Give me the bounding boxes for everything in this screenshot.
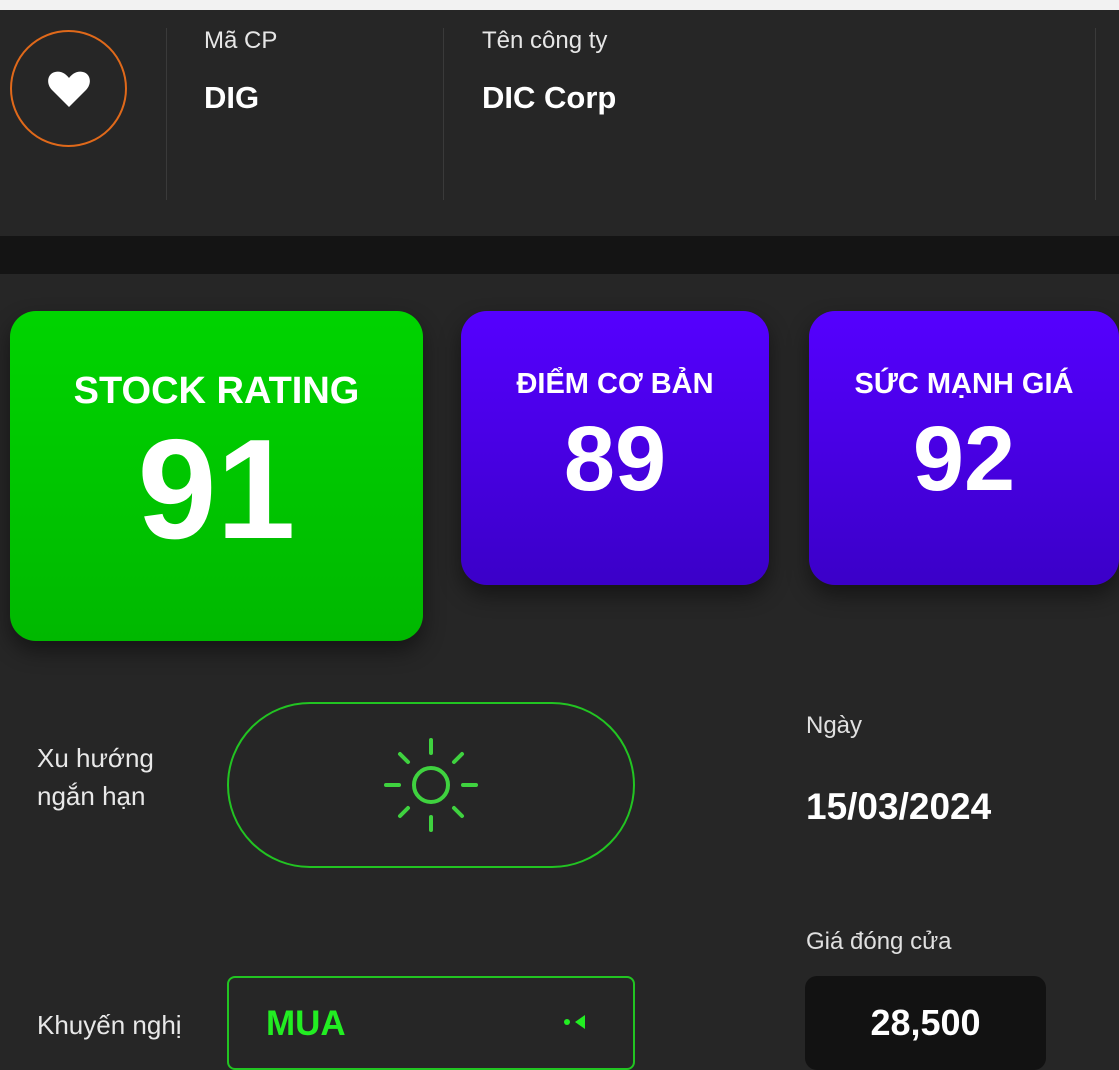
trend-label: Xu hướng ngắn hạn <box>37 740 154 815</box>
favorite-button[interactable] <box>10 30 127 147</box>
fundamental-score-value: 89 <box>563 408 667 510</box>
symbol-value: DIG <box>204 80 260 115</box>
top-strip <box>0 0 1119 10</box>
stock-rating-value: 91 <box>137 410 296 569</box>
dot-arrow-left-icon <box>564 1015 585 1029</box>
header-divider <box>1095 28 1096 200</box>
header-divider <box>166 28 167 200</box>
stock-header: Mã CP DIG Tên công ty DIC Corp <box>0 10 1119 236</box>
fundamental-score-card[interactable]: ĐIỂM CƠ BẢN 89 <box>461 311 769 585</box>
symbol-label: Mã CP <box>204 27 278 54</box>
close-price-label: Giá đóng cửa <box>806 928 952 955</box>
heart-icon <box>47 71 90 107</box>
price-strength-card[interactable]: SỨC MẠNH GIÁ 92 <box>809 311 1119 585</box>
date-value: 15/03/2024 <box>806 786 992 827</box>
date-label: Ngày <box>806 712 863 739</box>
price-strength-value: 92 <box>912 408 1016 510</box>
short-term-trend-indicator <box>227 702 635 868</box>
section-separator <box>0 236 1119 274</box>
stock-rating-title: STOCK RATING <box>73 370 360 412</box>
trend-label-line1: Xu hướng <box>37 743 154 773</box>
close-price-box: 28,500 <box>805 976 1046 1070</box>
company-value: DIC Corp <box>482 80 617 115</box>
fundamental-score-title: ĐIỂM CƠ BẢN <box>516 368 714 400</box>
close-price-value: 28,500 <box>870 1002 981 1043</box>
price-strength-title: SỨC MẠNH GIÁ <box>854 368 1074 400</box>
header-divider <box>443 28 444 200</box>
recommendation-value: MUA <box>266 1004 346 1043</box>
sun-icon <box>384 738 478 832</box>
stock-rating-card[interactable]: STOCK RATING 91 <box>10 311 423 641</box>
recommendation-label: Khuyến nghị <box>37 1010 182 1040</box>
trend-label-line2: ngắn hạn <box>37 780 146 811</box>
company-label: Tên công ty <box>482 27 608 54</box>
recommendation-box[interactable]: MUA <box>227 976 635 1070</box>
